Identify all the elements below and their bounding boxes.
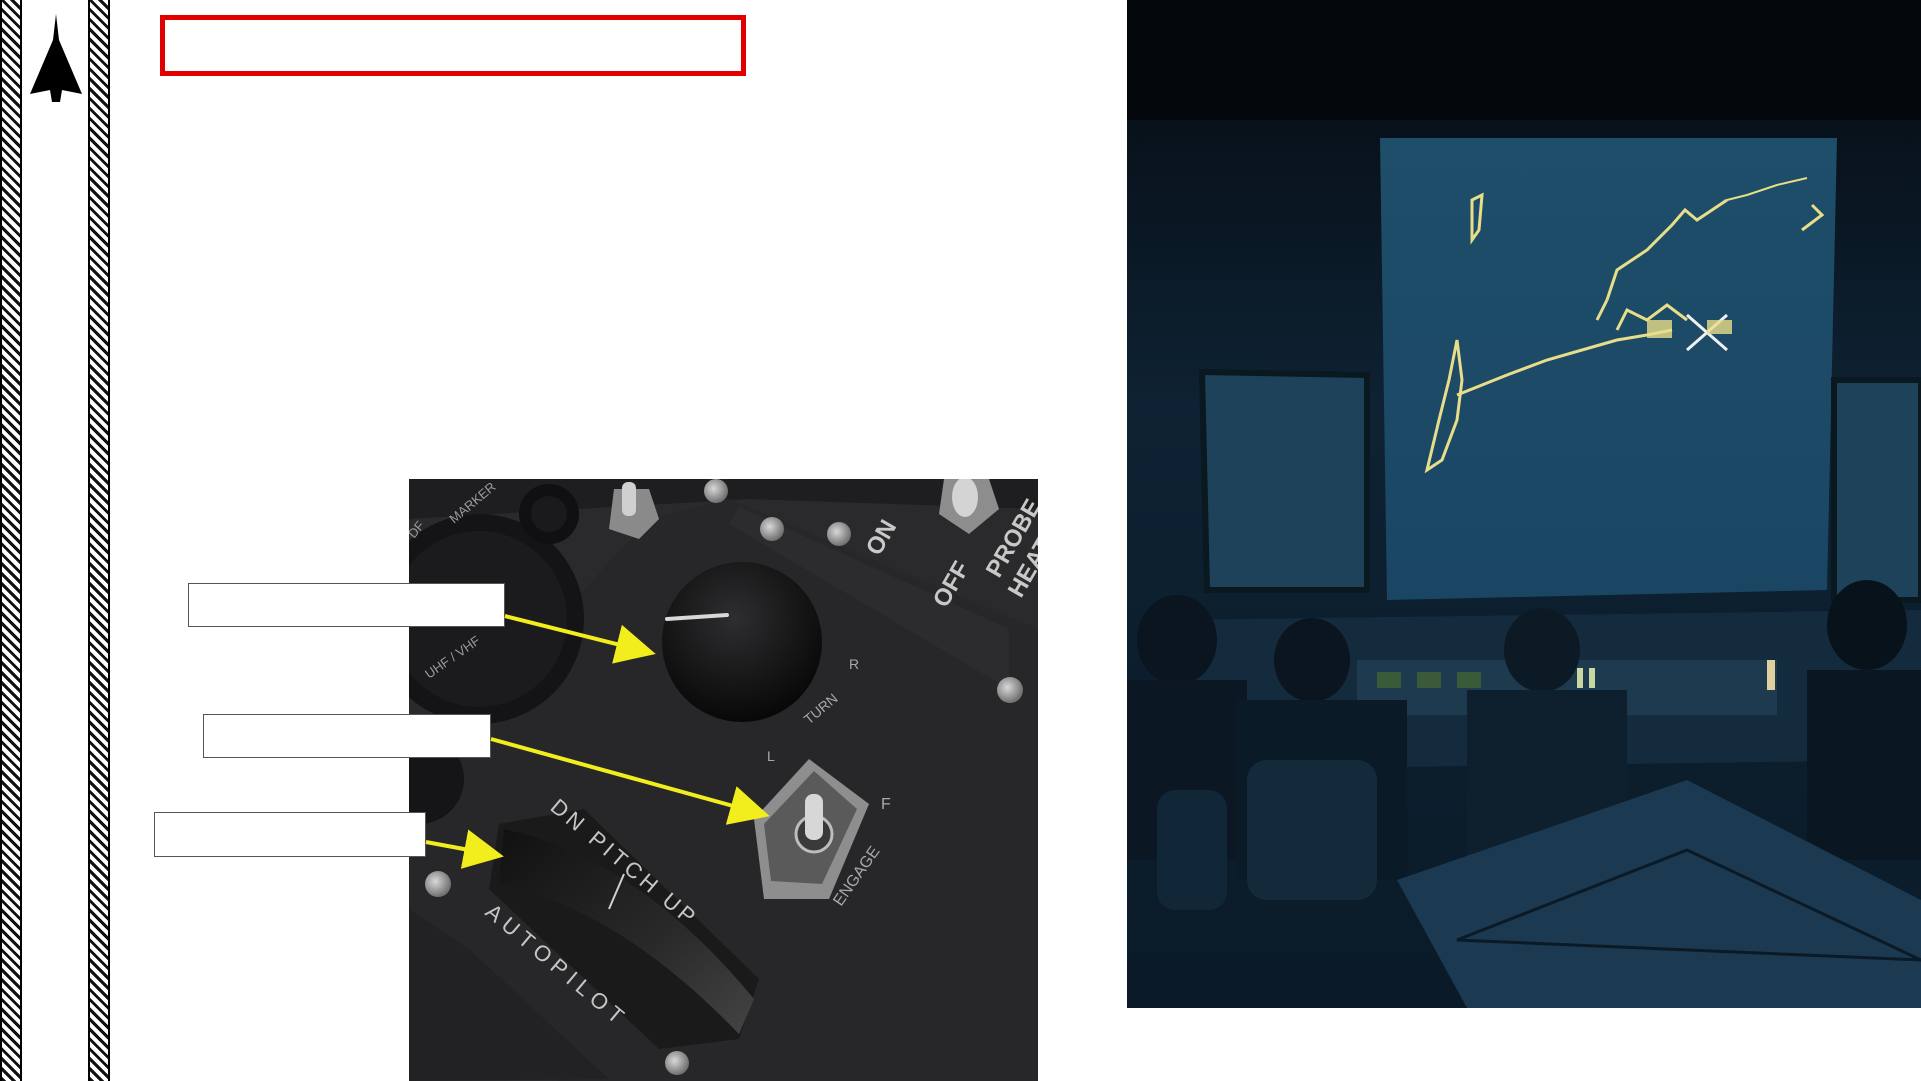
turn-left-label: L xyxy=(767,748,775,764)
delta-wing-jet-icon xyxy=(26,12,86,102)
title-box xyxy=(160,15,746,76)
turn-right-label: R xyxy=(849,656,859,672)
callout-turn-knob xyxy=(188,583,505,627)
radar-control-room-photo xyxy=(1127,0,1921,1008)
callout-pitch-wheel xyxy=(154,812,426,857)
right-hatched-rail xyxy=(88,0,110,1081)
callout-engage-switch xyxy=(203,714,491,758)
autopilot-panel-image: UHF / VHF DF MARKER ON OFF PROBE HEAT TU… xyxy=(409,479,1038,1081)
engage-off-label: F xyxy=(881,796,891,813)
left-hatched-rail xyxy=(0,0,22,1081)
